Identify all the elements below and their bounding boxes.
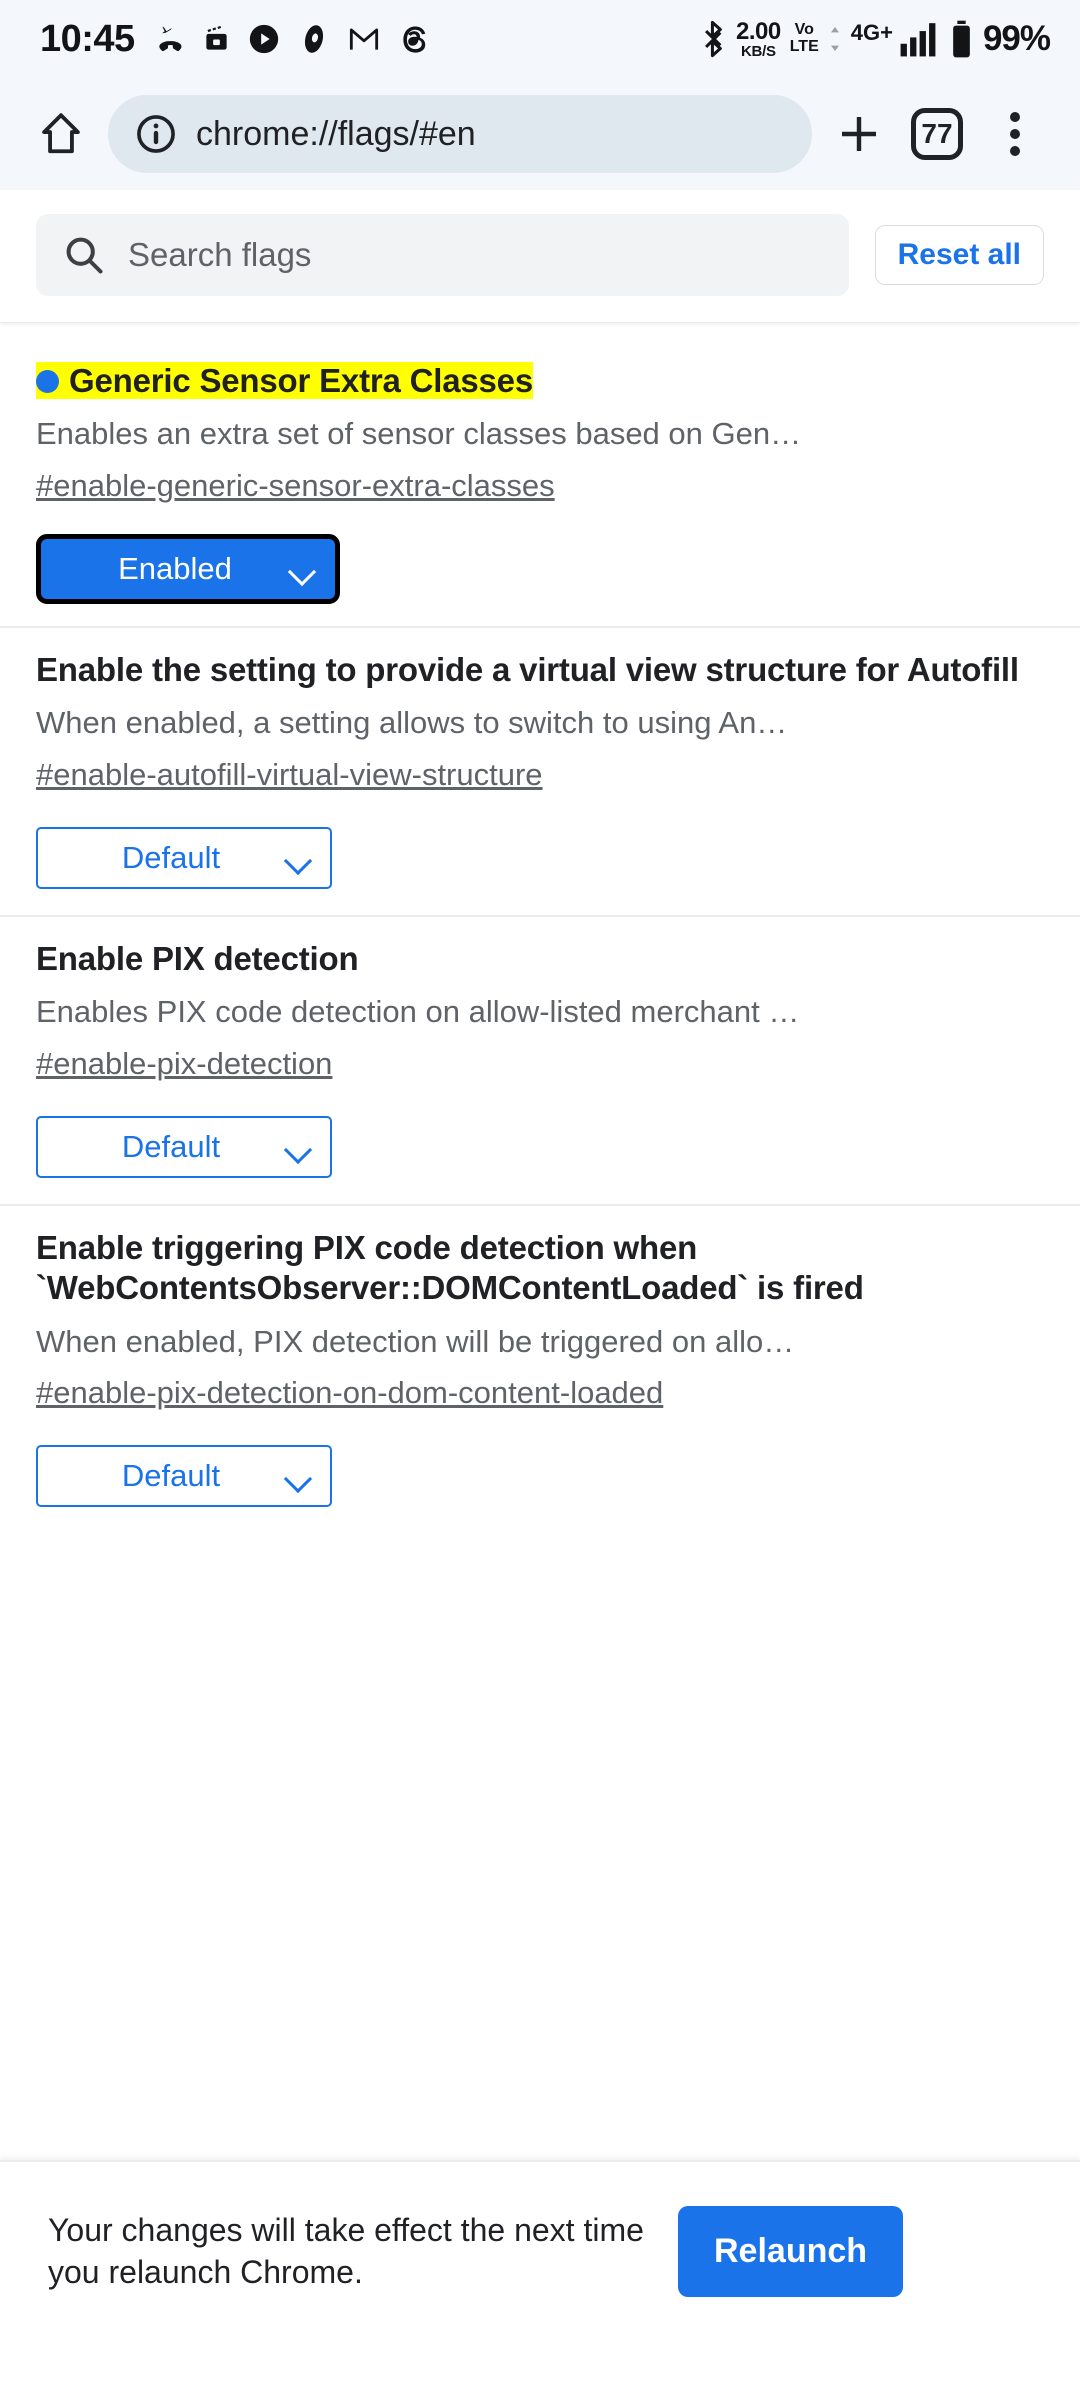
flag-entry: Enable triggering PIX code detection whe… xyxy=(0,1204,1080,1533)
flag-state-select[interactable]: Default xyxy=(36,1116,332,1178)
search-input-placeholder: Search flags xyxy=(128,236,312,273)
flags-list: Generic Sensor Extra Classes Enables an … xyxy=(0,323,1080,1552)
flag-title-text: Generic Sensor Extra Classes xyxy=(69,362,533,399)
chevron-down-icon xyxy=(290,562,316,577)
status-bar-left: 10:45 xyxy=(40,20,431,58)
info-circle-icon[interactable] xyxy=(134,112,178,156)
flag-select-container: Enabled xyxy=(36,534,1044,604)
flag-permalink[interactable]: #enable-autofill-virtual-view-structure xyxy=(36,757,543,793)
url-bar[interactable]: chrome://flags/#en xyxy=(108,95,812,173)
reset-all-label: Reset all xyxy=(897,238,1021,271)
reset-all-button[interactable]: Reset all xyxy=(874,225,1044,285)
home-button[interactable] xyxy=(22,95,100,173)
flag-title: Enable triggering PIX code detection whe… xyxy=(36,1229,864,1307)
flag-state-value: Default xyxy=(121,1458,221,1494)
flag-select-container: Default xyxy=(36,1445,1044,1508)
flag-state-select[interactable]: Enabled xyxy=(36,534,340,604)
network-speed-indicator: 2.00 KB/S xyxy=(735,17,781,60)
flag-description: Enables an extra set of sensor classes b… xyxy=(36,416,802,452)
signal-bars-icon xyxy=(900,23,936,57)
url-text: chrome://flags/#en xyxy=(196,114,476,153)
kebab-menu-icon xyxy=(1010,112,1020,156)
network-speed-unit: KB/S xyxy=(741,42,776,60)
relaunch-button[interactable]: Relaunch xyxy=(678,2205,904,2297)
network-type-label: 4G+ xyxy=(850,20,893,45)
browser-toolbar: chrome://flags/#en 77 xyxy=(0,78,1080,190)
status-bar-right: 2.00 KB/S Vo LTE 4G+ 99% xyxy=(701,17,1051,60)
flag-state-select[interactable]: Default xyxy=(36,827,332,889)
data-transfer-arrows-icon xyxy=(830,27,839,51)
threads-icon xyxy=(403,25,425,53)
chevron-down-icon xyxy=(286,851,312,866)
relaunch-message: Your changes will take effect the next t… xyxy=(48,2211,644,2290)
tab-count-label: 77 xyxy=(921,118,953,149)
flag-title: Generic Sensor Extra Classes xyxy=(36,362,533,399)
flag-permalink[interactable]: #enable-pix-detection-on-dom-content-loa… xyxy=(36,1375,663,1411)
flag-permalink[interactable]: #enable-pix-detection xyxy=(36,1046,332,1082)
tab-switcher-button[interactable]: 77 xyxy=(898,95,976,173)
flag-state-value: Default xyxy=(121,840,221,875)
gmail-icon xyxy=(349,28,378,50)
home-icon xyxy=(42,113,80,154)
flag-description: Enables PIX code detection on allow-list… xyxy=(36,994,800,1030)
flag-state-select[interactable]: Default xyxy=(36,1445,332,1508)
relaunch-button-label: Relaunch xyxy=(714,2231,868,2270)
battery-percent-label: 99% xyxy=(982,19,1051,58)
relaunch-bar: Your changes will take effect the next t… xyxy=(0,2160,1080,2400)
new-tab-button[interactable] xyxy=(820,95,898,173)
battery-icon xyxy=(953,20,970,58)
search-flags-field[interactable]: Search flags xyxy=(36,214,849,296)
flag-title-row: Generic Sensor Extra Classes xyxy=(36,361,1044,401)
flag-state-value: Default xyxy=(121,1129,221,1164)
flag-entry: Generic Sensor Extra Classes Enables an … xyxy=(0,323,1080,626)
bluetooth-icon xyxy=(705,20,722,58)
chevron-down-icon xyxy=(286,1469,312,1484)
plus-icon xyxy=(842,117,876,151)
volte-indicator: Vo LTE xyxy=(789,21,819,56)
flag-modified-dot-icon xyxy=(36,370,59,393)
status-clock: 10:45 xyxy=(40,18,135,60)
opera-icon xyxy=(304,25,323,53)
flag-select-container: Default xyxy=(36,827,1044,889)
flag-title: Enable PIX detection xyxy=(36,940,359,977)
flag-title: Enable the setting to provide a virtual … xyxy=(36,651,1019,688)
call-end-icon xyxy=(159,26,182,52)
volte-top-label: Vo xyxy=(794,21,814,39)
network-speed-value: 2.00 xyxy=(735,17,781,45)
flag-entry: Enable the setting to provide a virtual … xyxy=(0,626,1080,915)
play-circle-icon xyxy=(249,24,278,54)
flag-permalink[interactable]: #enable-generic-sensor-extra-classes xyxy=(36,468,555,504)
flag-description: When enabled, a setting allows to switch… xyxy=(36,705,788,741)
search-icon xyxy=(66,237,103,274)
list-bottom-spacer xyxy=(0,1533,1080,1551)
flag-select-container: Default xyxy=(36,1116,1044,1178)
chevron-down-icon xyxy=(286,1140,312,1155)
status-bar: 10:45 2.00 KB/S Vo LTE 4G+ 99% xyxy=(0,0,1080,78)
screen-record-icon xyxy=(206,25,227,50)
tab-count-badge: 77 xyxy=(911,108,963,160)
flag-state-value: Enabled xyxy=(118,551,232,586)
browser-menu-button[interactable] xyxy=(976,95,1054,173)
flag-description: When enabled, PIX detection will be trig… xyxy=(36,1323,795,1359)
flags-search-header: Search flags Reset all xyxy=(0,190,1080,323)
volte-bottom-label: LTE xyxy=(789,38,819,55)
flag-entry: Enable PIX detection Enables PIX code de… xyxy=(0,915,1080,1204)
